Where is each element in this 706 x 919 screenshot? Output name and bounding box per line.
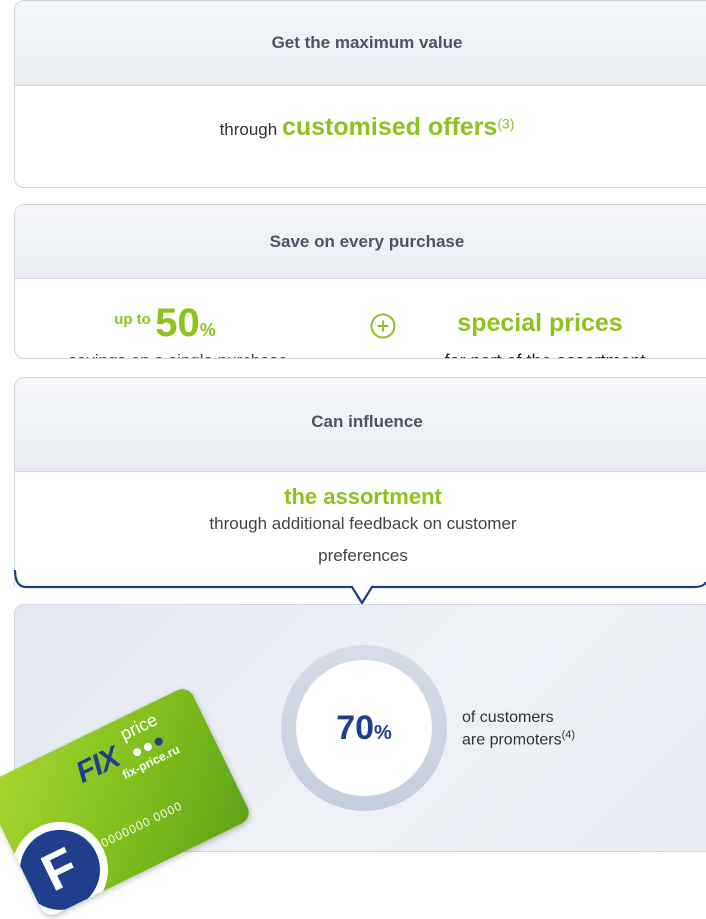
plus-circle-icon: [370, 313, 396, 339]
assortment-description: for part of the assortment: [395, 351, 695, 358]
card-logo-letter: F: [6, 816, 114, 919]
influence-line-2: preferences: [318, 546, 408, 565]
special-prices-highlight: special prices: [457, 309, 623, 337]
promoters-footnote: (4): [561, 729, 576, 741]
promoters-line-2-wrap: are promoters(4): [462, 729, 575, 749]
promoters-line-2: are promoters: [462, 731, 562, 749]
savings-percent: %: [199, 320, 216, 340]
offers-highlight: customised offers: [281, 113, 498, 141]
promoters-line-1: of customers: [462, 709, 554, 726]
influence-panel: Can influence the assortment through add…: [14, 377, 706, 587]
promoters-circle: 70%: [296, 660, 432, 796]
offers-footnote: (3): [497, 115, 515, 132]
offers-header: Get the maximum value: [15, 1, 706, 86]
influence-highlight: the assortment: [284, 484, 442, 509]
promoters-percent: %: [374, 722, 392, 744]
savings-block: up to 50%: [15, 301, 315, 346]
up-to-label: up to: [114, 311, 151, 328]
offers-prefix: through: [219, 120, 278, 139]
offers-text: through customised offers(3): [15, 113, 706, 142]
card-brand-fix: FIX: [70, 740, 125, 790]
savings-header: Save on every purchase: [15, 205, 706, 279]
influence-header: Can influence: [15, 378, 706, 472]
influence-line-1: through additional feedback on customer: [209, 514, 517, 533]
savings-panel: Save on every purchase up to 50% savings…: [14, 204, 706, 359]
promoters-value: 70: [336, 709, 375, 747]
savings-description: savings on a single purchase: [15, 351, 341, 358]
offers-panel: Get the maximum value through customised…: [14, 0, 706, 188]
savings-value: 50: [155, 301, 200, 345]
